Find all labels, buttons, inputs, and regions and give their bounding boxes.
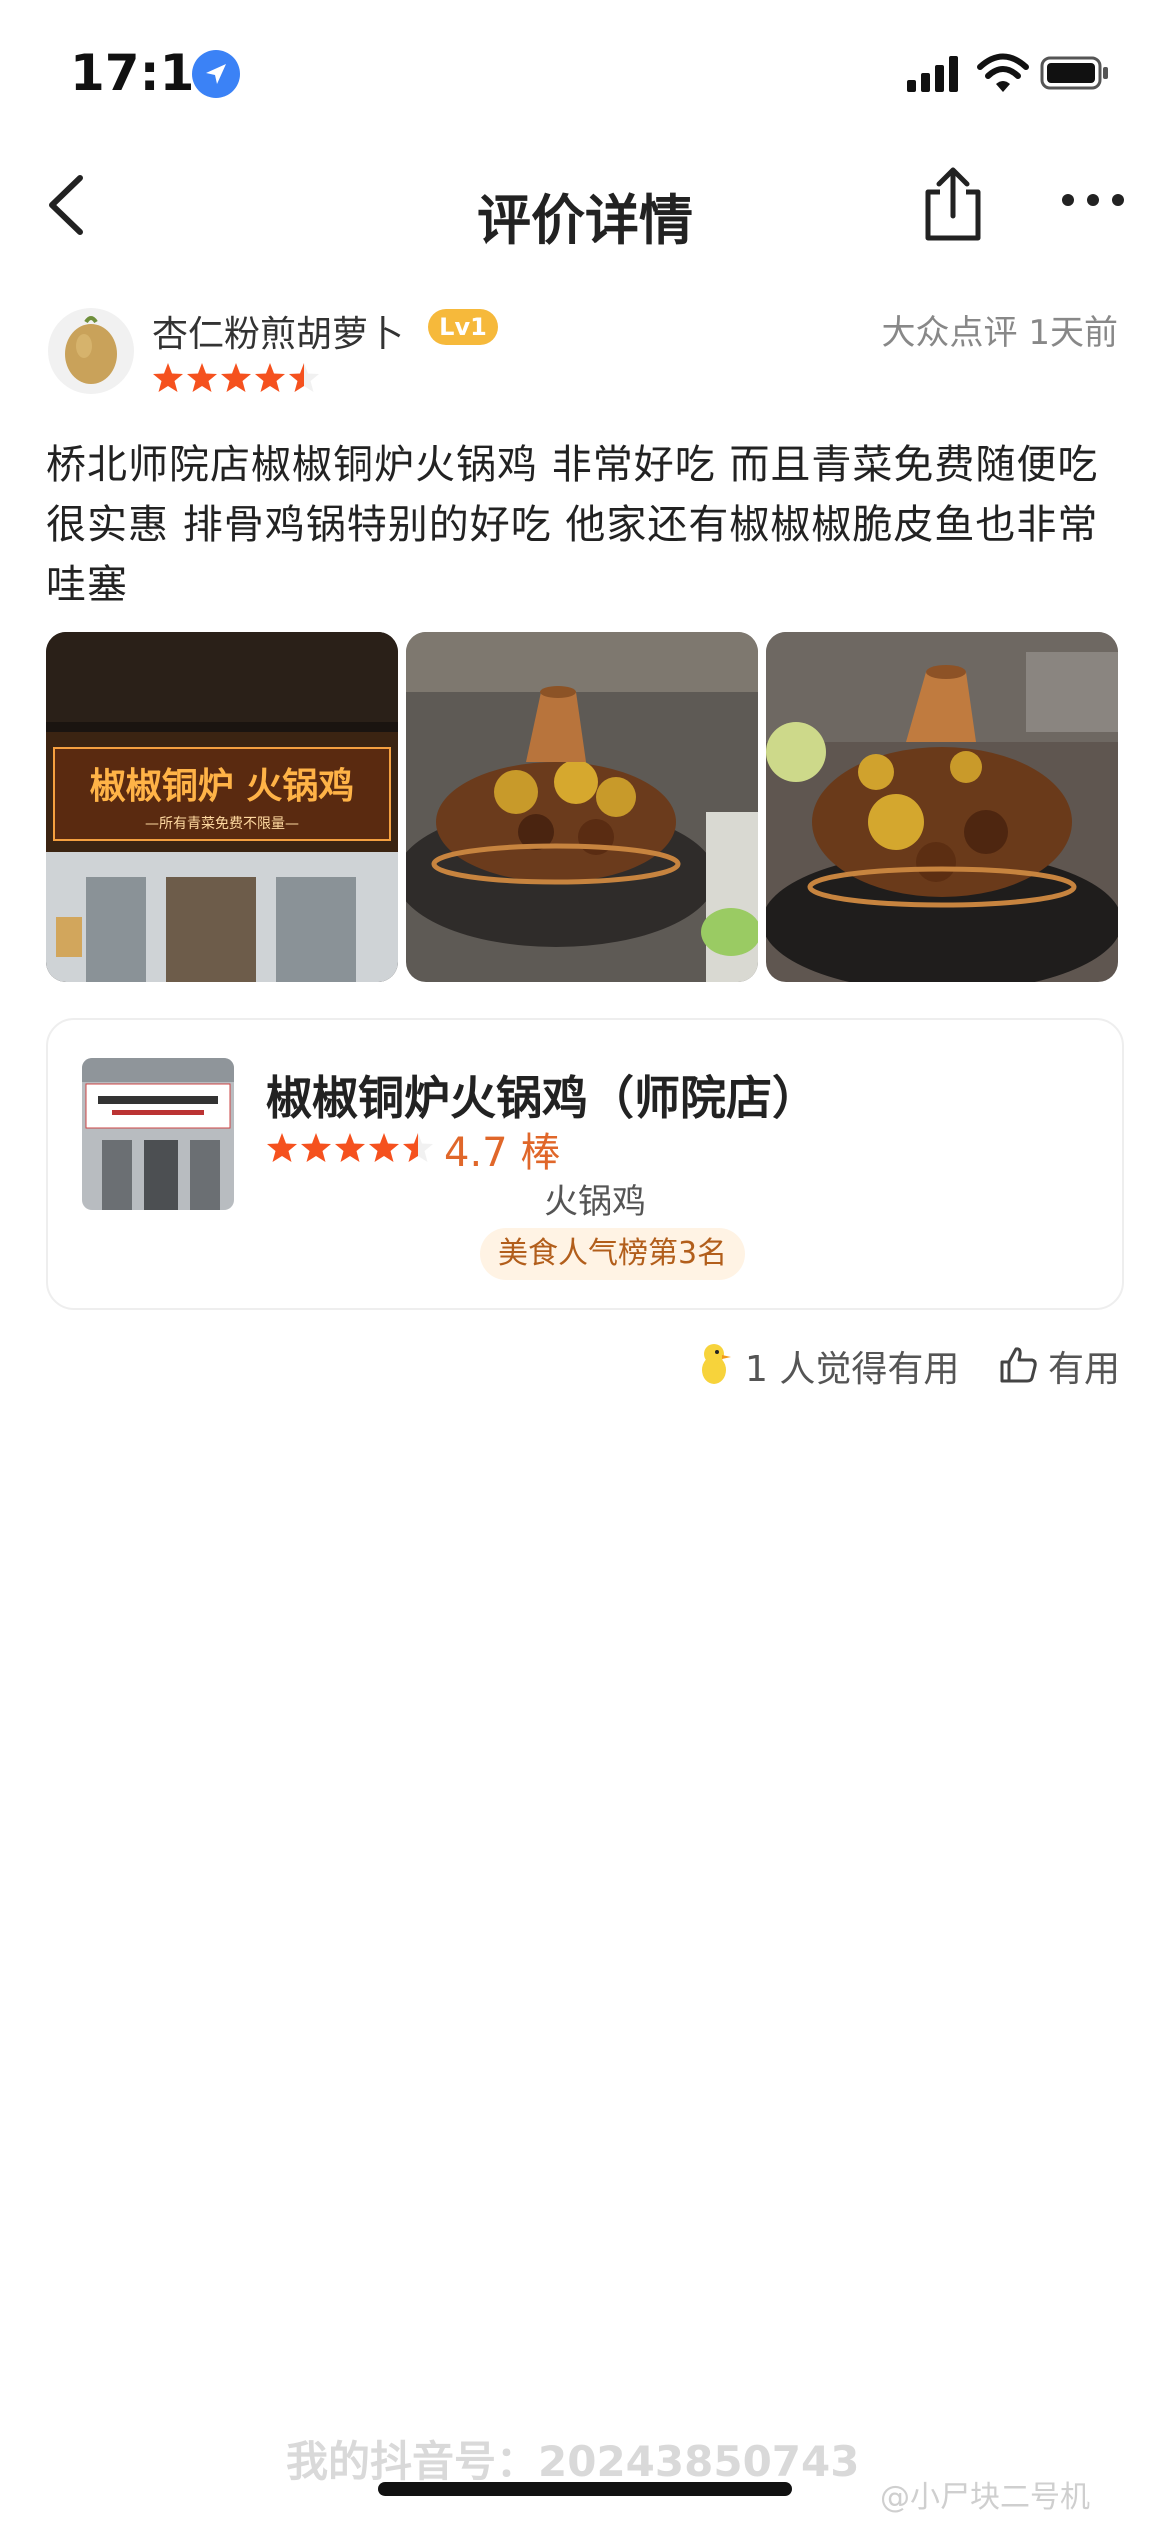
share-icon[interactable]	[918, 164, 988, 244]
storefront-photo[interactable]: 椒椒铜炉 火锅鸡 —所有青菜免费不限量—	[46, 632, 398, 982]
reviewer-name[interactable]: 杏仁粉煎胡萝卜	[152, 305, 404, 357]
home-indicator[interactable]	[378, 2482, 792, 2496]
review-rating-stars	[153, 363, 319, 392]
status-bar: 17:10	[0, 0, 1170, 150]
thumbs-up-icon[interactable]	[998, 1344, 1038, 1384]
hotpot-photo-1[interactable]	[406, 632, 758, 982]
page-title: 评价详情	[477, 189, 693, 252]
avatar[interactable]	[48, 308, 134, 394]
storefront-sign-subtext: —所有青菜免费不限量—	[145, 816, 299, 832]
location-arrow-icon	[192, 50, 240, 98]
shop-rating-stars	[267, 1133, 433, 1162]
nav-bar: 评价详情	[0, 150, 1170, 260]
useful-button[interactable]: 有用	[1048, 1340, 1120, 1392]
review-source-time: 大众点评 1天前	[881, 313, 1118, 353]
hotpot-photo-2[interactable]	[766, 632, 1118, 982]
cellular-signal-icon	[905, 54, 965, 94]
battery-icon	[1040, 56, 1110, 90]
more-options-icon[interactable]	[1058, 188, 1128, 212]
storefront-sign-text: 椒椒铜炉 火锅鸡	[90, 765, 355, 807]
shop-card[interactable]: 椒椒铜炉火锅鸡（师院店） 4.7 棒 火锅鸡 美食人气榜第3名	[46, 1018, 1124, 1310]
shop-name[interactable]: 椒椒铜炉火锅鸡（师院店）	[266, 1062, 818, 1128]
level-badge: Lv1	[428, 309, 498, 345]
review-text: 桥北师院店椒椒铜炉火锅鸡 非常好吃 而且青菜免费随便吃 很实惠 排骨鸡锅特别的好…	[46, 442, 1099, 608]
wifi-icon	[976, 52, 1030, 94]
useful-row: 1 人觉得有用 有用	[0, 1336, 1170, 1396]
duck-icon	[698, 1342, 734, 1386]
watermark-douyin: 我的抖音号：20243850743	[286, 2437, 860, 2486]
shop-rank-badge[interactable]: 美食人气榜第3名	[480, 1228, 746, 1280]
useful-count: 1 人觉得有用	[745, 1349, 960, 1390]
shop-category: 火锅鸡	[544, 1182, 646, 1222]
shop-thumbnail	[82, 1058, 234, 1210]
shop-score: 4.7 棒	[444, 1130, 561, 1176]
watermark-weibo: @小尸块二号机	[880, 2480, 1090, 2515]
